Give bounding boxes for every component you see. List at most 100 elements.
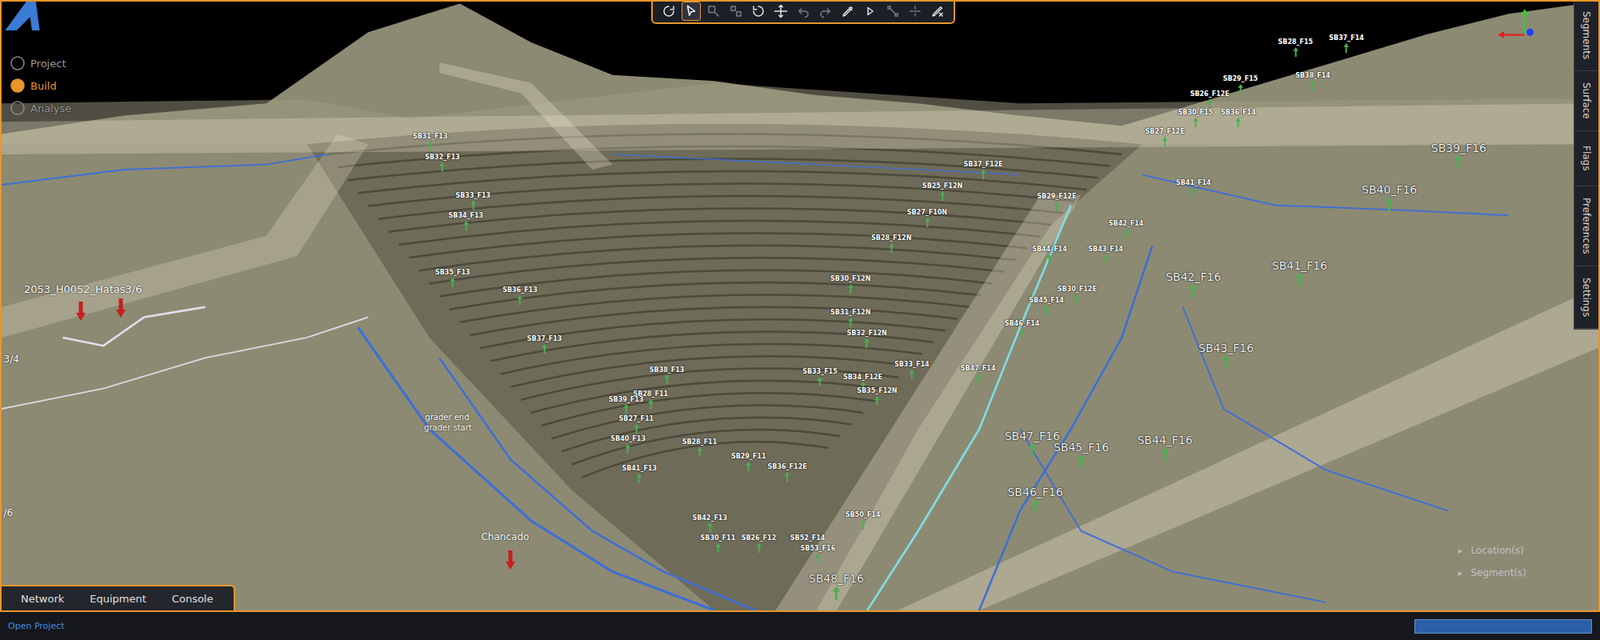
flag-pin[interactable]: SB26_F12E — [1190, 91, 1230, 109]
flag-pin[interactable]: SB27_F11 — [619, 416, 655, 434]
toolbar-button[interactable] — [704, 1, 724, 21]
toolbar-button[interactable] — [883, 1, 903, 21]
flag-pin[interactable]: SB42_F13 — [692, 515, 728, 533]
bottom-tab[interactable]: Network — [8, 588, 77, 609]
flag-pin[interactable]: SB26_F12 — [741, 535, 777, 553]
toolbar-button[interactable] — [928, 1, 948, 21]
flag-pin[interactable]: SB30_F12N — [830, 276, 871, 294]
flag-pin[interactable]: SB31_F12N — [830, 309, 871, 328]
flag-label: SB33_F14 — [894, 361, 930, 369]
bottom-tab[interactable]: Console — [159, 588, 227, 609]
toolbar-button[interactable] — [793, 1, 813, 21]
flag-pin[interactable]: SB25_F12N — [922, 183, 963, 201]
flag-pin[interactable]: SB37_F14 — [1328, 35, 1364, 53]
flag-pin[interactable]: SB29_F12E — [1036, 193, 1076, 212]
flag-pin[interactable]: SB39_F16 — [1431, 142, 1487, 169]
toolbar-button[interactable] — [771, 1, 791, 21]
side-tab[interactable]: Preferences — [1574, 186, 1599, 267]
mode-icon — [9, 77, 26, 94]
flag-pin[interactable]: SB28_F11 — [682, 439, 718, 457]
bottom-tab[interactable]: Equipment — [76, 588, 160, 609]
terrain-canvas[interactable] — [1, 1, 1599, 611]
location-marker-icon[interactable] — [505, 550, 516, 570]
side-tab[interactable]: Flags — [1574, 131, 1599, 187]
flag-arrow-icon — [1190, 188, 1196, 198]
expander[interactable]: ▸ Location(s) — [1458, 544, 1527, 556]
mode-nav-item[interactable]: Analyse — [3, 99, 78, 117]
toolbar-button[interactable] — [726, 1, 746, 21]
location-marker-icon[interactable] — [76, 301, 86, 321]
flag-pin[interactable]: SB38_F14 — [1295, 72, 1331, 91]
flag-pin[interactable]: SB47_F16 — [1004, 430, 1060, 457]
mode-nav-item[interactable]: Project — [3, 54, 78, 72]
toolbar-button[interactable] — [816, 1, 836, 21]
flag-pin[interactable]: SB27_F12E — [1145, 128, 1185, 147]
flag-pin[interactable]: SB47_F14 — [960, 365, 996, 384]
mode-nav-item[interactable]: Build — [3, 76, 78, 95]
flag-pin[interactable]: SB48_F16 — [808, 572, 864, 600]
flag-pin[interactable]: SB32_F13 — [424, 154, 460, 172]
flag-pin[interactable]: SB43_F16 — [1198, 342, 1254, 369]
flag-pin[interactable]: SB33_F13 — [455, 192, 491, 211]
flag-pin[interactable]: SB41_F14 — [1176, 180, 1212, 198]
flag-pin[interactable]: SB29_F11 — [731, 453, 767, 472]
flag-pin[interactable]: SB40_F16 — [1361, 184, 1417, 211]
flag-pin[interactable]: SB46_F14 — [1004, 320, 1040, 339]
map-note: 3/4 — [4, 354, 20, 365]
flag-arrow-icon — [1076, 454, 1085, 468]
toolbar-button[interactable] — [659, 1, 679, 21]
flag-pin[interactable]: SB42_F14 — [1108, 220, 1144, 239]
logo-icon — [3, 1, 42, 31]
flag-pin[interactable]: SB32_F12N — [846, 330, 887, 348]
flag-pin[interactable]: SB30_F11 — [700, 535, 736, 553]
side-tab[interactable]: Surface — [1574, 71, 1599, 132]
flag-pin[interactable]: SB37_F12E — [964, 161, 1004, 180]
toolbar — [651, 0, 956, 24]
flag-label: SB44_F14 — [1032, 246, 1068, 254]
open-project-link[interactable]: Open Project — [8, 620, 65, 632]
flag-label: SB29_F11 — [731, 453, 767, 461]
toolbar-button[interactable] — [838, 1, 858, 21]
flag-pin[interactable]: SB46_F16 — [1007, 486, 1063, 513]
flag-pin[interactable]: SB36_F14 — [1220, 109, 1256, 128]
side-tab[interactable]: Segments — [1574, 0, 1599, 72]
flag-pin[interactable]: SB28_F12N — [871, 235, 912, 253]
flag-pin[interactable]: SB39_F13 — [608, 396, 644, 415]
toolbar-button[interactable] — [748, 1, 768, 21]
flag-pin[interactable]: SB45_F16 — [1053, 441, 1109, 468]
flag-pin[interactable]: SB40_F13 — [610, 436, 646, 454]
flag-pin[interactable]: SB34_F13 — [448, 212, 484, 231]
flag-pin[interactable]: SB44_F14 — [1032, 246, 1068, 264]
toolbar-button[interactable] — [681, 1, 701, 21]
flag-pin[interactable]: SB42_F16 — [1165, 271, 1221, 298]
flag-pin[interactable]: SB28_F15 — [1278, 39, 1314, 57]
flag-pin[interactable]: SB37_F13 — [527, 336, 563, 354]
flag-pin[interactable]: SB36_F12E — [768, 464, 808, 482]
flag-pin[interactable]: SB30_F15 — [1178, 109, 1214, 128]
flag-pin[interactable]: SB31_F13 — [412, 133, 448, 152]
flag-pin[interactable]: SB41_F16 — [1272, 260, 1328, 287]
mode-icon — [9, 55, 26, 72]
side-tab[interactable]: Settings — [1574, 266, 1599, 329]
flag-pin[interactable]: SB33_F15 — [802, 368, 838, 387]
flag-pin[interactable]: SB43_F14 — [1088, 246, 1124, 264]
flag-arrow-icon — [696, 447, 703, 457]
flag-pin[interactable]: SB41_F13 — [621, 465, 657, 484]
flag-pin[interactable]: SB50_F14 — [845, 512, 881, 530]
expander[interactable]: ▸ Segment(s) — [1458, 567, 1527, 579]
flag-pin[interactable]: SB53_F16 — [800, 545, 836, 564]
viewport-3d[interactable]: SB28_F15 SB37_F14 SB29_F15 SB38_F14 SB26… — [0, 0, 1600, 611]
flag-pin[interactable]: SB45_F14 — [1028, 297, 1064, 316]
flag-arrow-icon — [1189, 284, 1198, 298]
flag-pin[interactable]: SB44_F16 — [1136, 434, 1192, 461]
flag-pin[interactable]: SB36_F13 — [502, 287, 538, 305]
toolbar-button[interactable] — [905, 1, 925, 21]
toolbar-button[interactable] — [860, 1, 880, 21]
axes-gizmo-icon[interactable] — [1496, 8, 1541, 53]
flag-pin[interactable]: SB35_F12N — [856, 388, 897, 406]
flag-pin[interactable]: SB27_F10N — [907, 209, 948, 228]
location-marker-icon[interactable] — [116, 298, 126, 318]
flag-pin[interactable]: SB38_F13 — [649, 367, 685, 385]
flag-pin[interactable]: SB33_F14 — [894, 361, 930, 380]
flag-pin[interactable]: SB35_F13 — [435, 269, 471, 288]
